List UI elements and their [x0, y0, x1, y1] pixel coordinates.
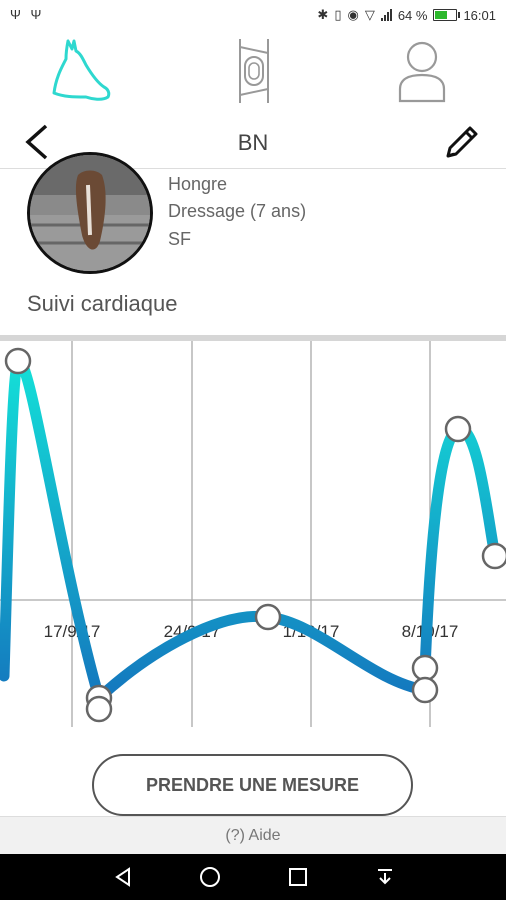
take-measure-button[interactable]: PRENDRE UNE MESURE	[92, 754, 413, 816]
data-point[interactable]	[4, 347, 32, 375]
usb-notification-icons: Ψ Ψ	[10, 7, 45, 22]
status-bar: Ψ Ψ ✱ ▯ ◉ ▽ 64 % 16:01	[0, 0, 506, 32]
pull-down-icon	[378, 869, 392, 885]
status-right: ✱ ▯ ◉ ▽ 64 % 16:01	[317, 7, 496, 23]
tab-sensor[interactable]	[194, 34, 314, 108]
horse-discipline: Dressage (7 ans)	[168, 201, 307, 221]
nav-back-button[interactable]	[93, 854, 153, 900]
android-nav-bar	[0, 854, 506, 900]
horse-photo	[30, 155, 150, 271]
section-title: Suivi cardiaque	[27, 291, 178, 316]
tab-horse[interactable]	[27, 34, 147, 108]
data-point[interactable]	[254, 603, 282, 631]
sensor-device-icon	[239, 39, 269, 103]
horse-gender: Hongre	[168, 174, 228, 194]
horse-breed: SF	[168, 229, 192, 249]
data-point[interactable]	[411, 654, 439, 682]
page-title: BN	[237, 130, 269, 155]
user-icon	[398, 41, 446, 103]
chart-series-line	[0, 355, 501, 709]
battery-percent: 64 %	[397, 7, 428, 23]
circle-home-icon	[200, 867, 220, 887]
wifi-icon: ▽	[364, 7, 375, 22]
help-link[interactable]: (?) Aide	[0, 816, 506, 854]
vibrate-icon: ▯	[334, 7, 342, 22]
data-point[interactable]	[481, 542, 506, 570]
x-tick-label: 17/9/17	[44, 622, 101, 641]
data-point[interactable]	[411, 676, 439, 704]
battery-icon	[433, 9, 461, 21]
edit-button[interactable]	[440, 120, 484, 164]
nav-home-button[interactable]	[180, 854, 240, 900]
heart-rate-chart[interactable]: 17/9/17 24/9/17 1/10/17 8/10/17	[0, 341, 506, 741]
tab-profile[interactable]	[362, 34, 482, 108]
data-point[interactable]	[85, 695, 113, 723]
square-recents-icon	[289, 868, 307, 886]
signal-icon	[380, 9, 392, 21]
pencil-icon	[446, 126, 478, 158]
nav-recents-button[interactable]	[268, 854, 328, 900]
bluetooth-icon: ✱	[317, 7, 329, 22]
clock: 16:01	[463, 7, 496, 23]
x-axis-labels: 17/9/17 24/9/17 1/10/17 8/10/17	[44, 622, 459, 641]
nav-notifications-button[interactable]	[355, 854, 415, 900]
horse-head-icon	[52, 39, 111, 101]
data-point[interactable]	[444, 415, 472, 443]
horse-avatar[interactable]	[27, 152, 153, 274]
triangle-back-icon	[115, 867, 130, 887]
eye-icon: ◉	[347, 7, 359, 22]
